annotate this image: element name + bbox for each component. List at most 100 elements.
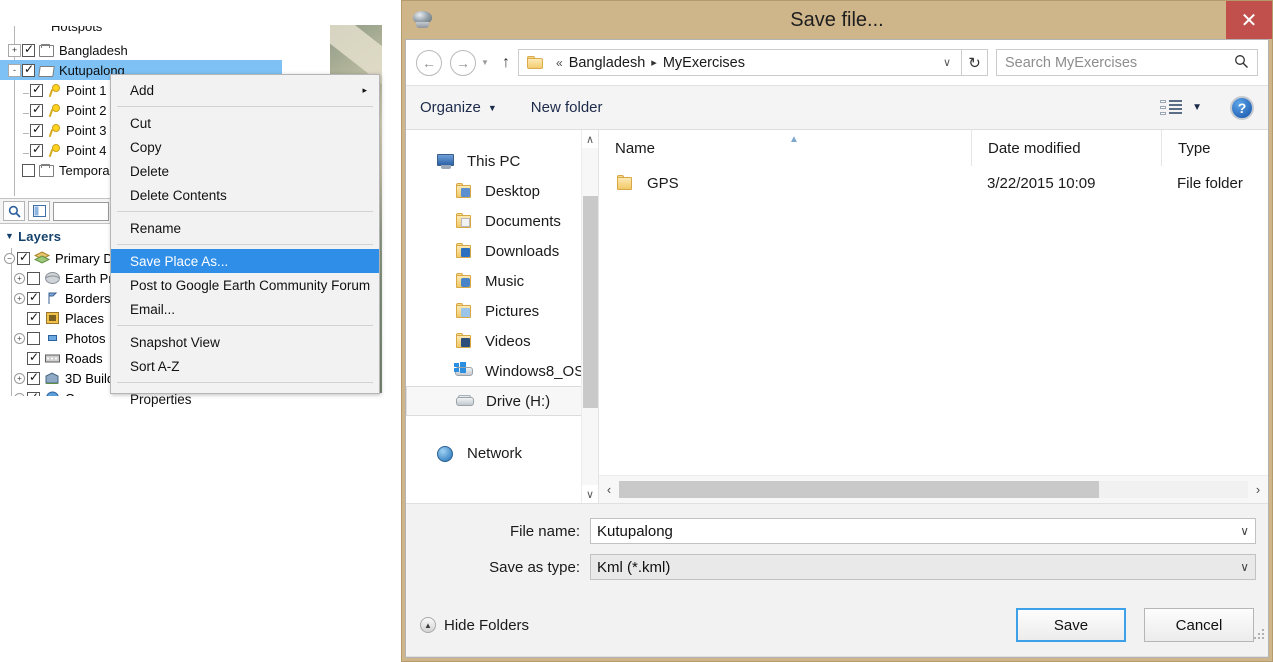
checkbox[interactable]: [30, 122, 43, 137]
menu-item-rename[interactable]: Rename: [111, 216, 379, 240]
expander-icon[interactable]: −: [4, 252, 15, 264]
menu-item-copy[interactable]: Copy: [111, 135, 379, 159]
nav-item-pictures[interactable]: Pictures: [406, 296, 598, 326]
checkbox[interactable]: [30, 142, 43, 157]
dialog-title-bar[interactable]: Save file... ✕: [402, 1, 1272, 39]
table-row[interactable]: GPS 3/22/2015 10:09 File folder: [599, 166, 1268, 200]
scroll-thumb[interactable]: [619, 481, 1099, 498]
tree-item-hotspots[interactable]: Hotspots: [6, 26, 206, 40]
checkbox[interactable]: [27, 350, 40, 365]
nav-item-desktop[interactable]: Desktop: [406, 176, 598, 206]
chevron-down-icon[interactable]: ∨: [1232, 524, 1249, 538]
column-header-name[interactable]: Name ▲: [599, 130, 971, 166]
scroll-up-icon[interactable]: ∧: [586, 130, 594, 148]
cancel-button[interactable]: Cancel: [1144, 608, 1254, 642]
scroll-thumb[interactable]: [582, 196, 598, 408]
search-icon[interactable]: [3, 201, 25, 221]
save-as-type-select[interactable]: Kml (*.kml) ∨: [590, 554, 1256, 580]
forward-button[interactable]: →: [450, 49, 476, 76]
checkbox[interactable]: [27, 331, 40, 345]
refresh-icon[interactable]: ↻: [962, 49, 988, 76]
menu-item-sort-a-z[interactable]: Sort A-Z: [111, 354, 379, 378]
breadcrumb-segment-bangladesh[interactable]: Bangladesh: [569, 55, 646, 71]
up-button[interactable]: ↑: [494, 54, 518, 72]
nav-item-downloads[interactable]: Downloads: [406, 236, 598, 266]
nav-item-drive-h[interactable]: Drive (H:): [406, 386, 592, 416]
file-list-horizontal-scrollbar[interactable]: ‹ ›: [599, 475, 1268, 503]
checkbox[interactable]: [17, 250, 30, 265]
checkbox[interactable]: [22, 62, 35, 77]
nav-item-windows8-os-c[interactable]: Windows8_OS (C:): [406, 356, 598, 386]
layer-item-3d-buildings[interactable]: + 3D Build: [4, 368, 119, 388]
scroll-down-icon[interactable]: ∨: [586, 485, 594, 503]
menu-item-add[interactable]: Add ▸: [111, 78, 379, 102]
context-menu[interactable]: Add ▸ Cut Copy Delete Delete Contents Re…: [110, 74, 380, 407]
save-button[interactable]: Save: [1016, 608, 1126, 642]
chevron-down-icon[interactable]: ▼: [1192, 102, 1202, 113]
search-input[interactable]: Search MyExercises: [996, 49, 1258, 76]
menu-item-properties[interactable]: Properties: [111, 387, 379, 411]
layer-item-photos[interactable]: + Photos: [4, 328, 119, 348]
breadcrumb-overflow[interactable]: «: [556, 56, 563, 70]
column-header-date-modified[interactable]: Date modified: [971, 130, 1161, 166]
layer-item-earth-pro[interactable]: + Earth Pro: [4, 268, 119, 288]
scroll-track[interactable]: [619, 481, 1248, 498]
checkbox[interactable]: [27, 290, 40, 305]
checkbox[interactable]: [30, 82, 43, 97]
chevron-down-icon[interactable]: ∨: [1232, 560, 1249, 574]
checkbox[interactable]: [27, 370, 40, 385]
column-header-type[interactable]: Type: [1161, 130, 1268, 166]
scroll-right-icon[interactable]: ›: [1248, 482, 1268, 497]
layer-item-places[interactable]: Places: [4, 308, 119, 328]
hide-folders-button[interactable]: ▲ Hide Folders: [420, 617, 529, 634]
menu-item-delete-contents[interactable]: Delete Contents: [111, 183, 379, 207]
layers-panel-header[interactable]: ▼ Layers: [0, 226, 112, 246]
layer-item-primary-database[interactable]: − Primary Da: [4, 248, 119, 268]
expander-icon[interactable]: +: [8, 43, 21, 57]
view-list-icon[interactable]: [1160, 99, 1183, 116]
menu-item-save-place-as[interactable]: Save Place As...: [111, 249, 379, 273]
checkbox[interactable]: [27, 310, 40, 325]
breadcrumb[interactable]: « Bangladesh ▸ MyExercises ∨: [518, 49, 962, 76]
scroll-track[interactable]: [581, 148, 598, 485]
nav-item-documents[interactable]: Documents: [406, 206, 598, 236]
new-folder-button[interactable]: New folder: [531, 99, 603, 116]
layer-item-ocean[interactable]: + Ocean: [4, 388, 119, 396]
checkbox[interactable]: [27, 271, 40, 285]
checkbox[interactable]: [30, 102, 43, 117]
expander-icon[interactable]: +: [14, 392, 25, 396]
nav-item-videos[interactable]: Videos: [406, 326, 598, 356]
menu-item-post-to-community-forum[interactable]: Post to Google Earth Community Forum: [111, 273, 379, 297]
layer-item-roads[interactable]: Roads: [4, 348, 119, 368]
layer-item-borders-and-labels[interactable]: + Borders a: [4, 288, 119, 308]
file-list[interactable]: GPS 3/22/2015 10:09 File folder: [599, 166, 1268, 475]
resize-grip[interactable]: [1254, 629, 1266, 641]
back-button[interactable]: ←: [416, 49, 442, 76]
nav-item-music[interactable]: Music: [406, 266, 598, 296]
checkbox[interactable]: [22, 163, 35, 177]
nav-item-network[interactable]: Network: [406, 438, 598, 468]
expander-icon[interactable]: +: [14, 292, 25, 304]
file-name-input[interactable]: Kutupalong ∨: [590, 518, 1256, 544]
expander-icon[interactable]: -: [8, 63, 21, 77]
expander-icon[interactable]: +: [14, 332, 25, 344]
close-icon[interactable]: ✕: [1226, 1, 1272, 39]
scroll-left-icon[interactable]: ‹: [599, 482, 619, 497]
help-icon[interactable]: ?: [1230, 95, 1254, 120]
breadcrumb-segment-myexercises[interactable]: MyExercises: [663, 55, 745, 71]
menu-item-cut[interactable]: Cut: [111, 111, 379, 135]
checkbox[interactable]: [22, 42, 35, 57]
sidebar-toggle-icon[interactable]: [28, 201, 50, 221]
menu-item-email[interactable]: Email...: [111, 297, 379, 321]
expander-icon[interactable]: +: [14, 272, 25, 284]
menu-item-delete[interactable]: Delete: [111, 159, 379, 183]
navigation-pane-scrollbar[interactable]: ∧ ∨: [581, 130, 598, 503]
chevron-down-icon[interactable]: ∨: [937, 56, 957, 69]
tree-item-bangladesh[interactable]: + Bangladesh: [6, 40, 206, 60]
expander-icon[interactable]: +: [14, 372, 25, 384]
organize-button[interactable]: Organize ▼: [420, 99, 497, 116]
search-input[interactable]: [53, 201, 109, 221]
checkbox[interactable]: [27, 390, 40, 396]
menu-item-snapshot-view[interactable]: Snapshot View: [111, 330, 379, 354]
nav-item-this-pc[interactable]: This PC: [406, 146, 598, 176]
